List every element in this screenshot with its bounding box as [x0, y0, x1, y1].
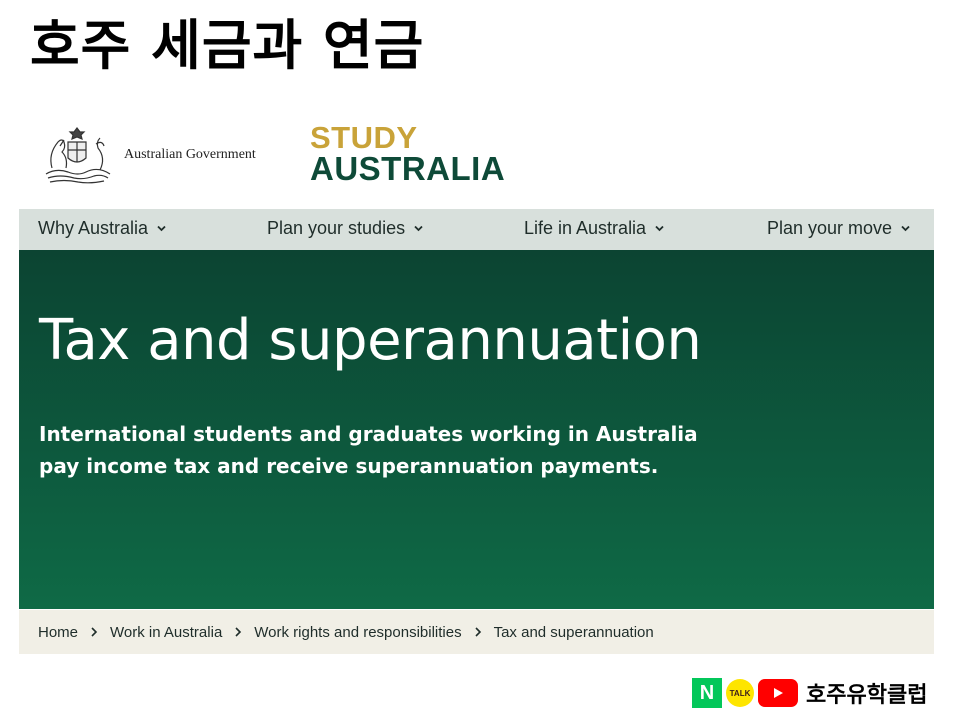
chevron-down-icon [157, 225, 166, 232]
youtube-play-icon[interactable] [758, 679, 798, 707]
coat-of-arms-icon [45, 127, 111, 184]
government-logo-text: Australian Government [124, 147, 256, 162]
nav-item-life-in-australia[interactable]: Life in Australia [524, 218, 665, 239]
study-australia-logo[interactable]: STUDY AUSTRALIA [310, 122, 505, 185]
hero-description: International students and graduates wor… [39, 422, 698, 478]
breadcrumb-current-page: Tax and superannuation [493, 623, 654, 641]
brand-line-australia: AUSTRALIA [310, 150, 506, 187]
channel-name: 호주유학클럽 [806, 683, 928, 708]
kakao-talk-icon[interactable]: TALK [726, 679, 754, 707]
hero-banner: Tax and superannuation International stu… [19, 250, 934, 609]
nav-item-label: Plan your move [767, 218, 893, 238]
chevron-down-icon [414, 225, 423, 232]
nav-item-plan-your-studies[interactable]: Plan your studies [267, 218, 424, 239]
naver-icon[interactable]: N [692, 678, 722, 708]
breadcrumb-work-in-australia[interactable]: Work in Australia [110, 624, 222, 641]
australian-government-logo[interactable]: Australian Government [38, 124, 256, 186]
chevron-down-icon [655, 225, 664, 232]
nav-item-label: Why Australia [38, 218, 149, 238]
chevron-right-icon [235, 627, 242, 637]
channel-badges: N TALK 호주유학클럽 [692, 677, 927, 709]
main-navigation: Why Australia Plan your studies Life in … [19, 209, 934, 250]
nav-item-label: Life in Australia [524, 218, 647, 238]
chevron-down-icon [901, 225, 910, 232]
brand-line-study: STUDY [310, 120, 418, 155]
breadcrumb-work-rights[interactable]: Work rights and responsibilities [254, 624, 461, 641]
breadcrumb: Home Work in Australia Work rights and r… [19, 610, 934, 654]
nav-item-label: Plan your studies [267, 218, 406, 238]
chevron-right-icon [475, 627, 481, 637]
slide-title: 호주 세금과 연금 [30, 14, 425, 77]
breadcrumb-home[interactable]: Home [38, 624, 78, 641]
page-title: Tax and superannuation [39, 308, 702, 373]
nav-item-plan-your-move[interactable]: Plan your move [767, 218, 911, 239]
nav-item-why-australia[interactable]: Why Australia [38, 218, 167, 239]
chevron-right-icon [91, 627, 98, 637]
play-icon [774, 688, 783, 698]
